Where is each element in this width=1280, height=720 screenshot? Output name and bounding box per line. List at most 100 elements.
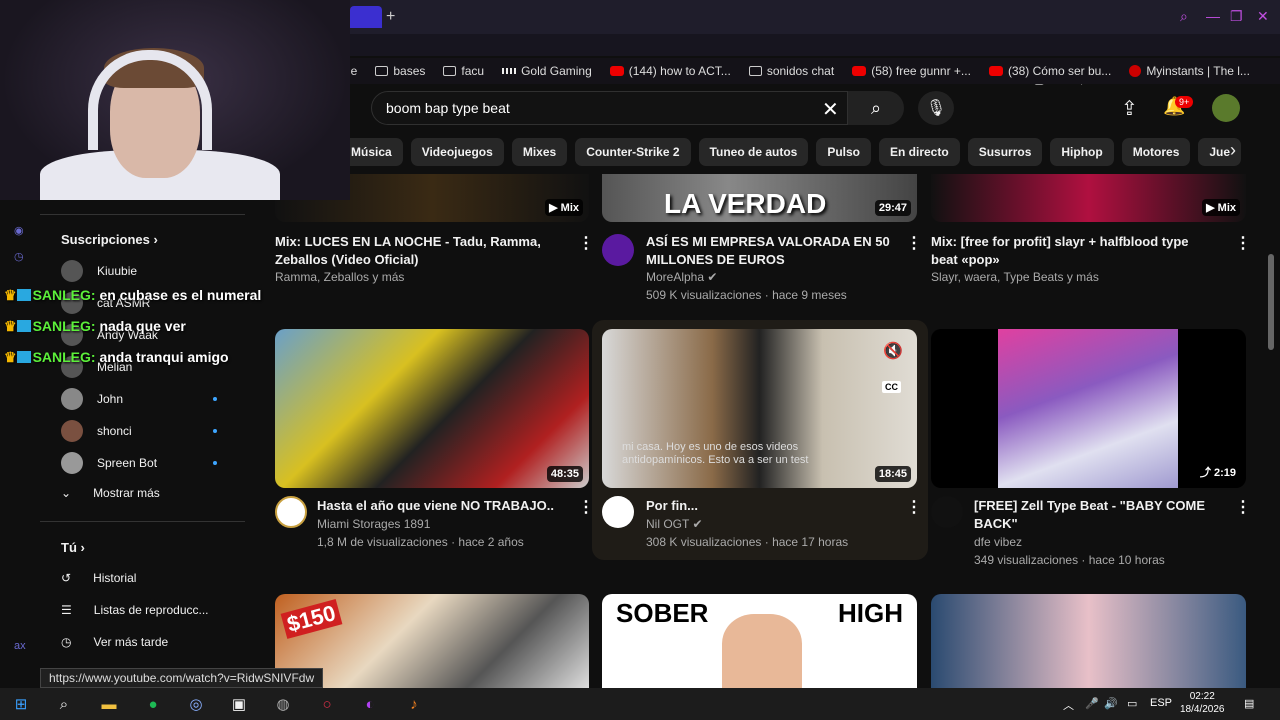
video-title[interactable]: Mix: LUCES EN LA NOCHE - Tadu, Ramma, Zeb… <box>275 233 565 269</box>
avatar[interactable] <box>1212 94 1240 122</box>
opera-icon[interactable]: ○ <box>316 694 338 714</box>
more-options-icon[interactable]: ⋮ <box>578 497 594 517</box>
chip[interactable]: En directo <box>879 138 960 166</box>
bookmark[interactable]: Myinstants | The l... <box>1129 64 1250 78</box>
browser-icon[interactable]: ◎ <box>185 694 207 714</box>
maximize-button[interactable]: ❐ <box>1230 8 1243 25</box>
chip[interactable]: Pulso <box>816 138 871 166</box>
language-indicator[interactable]: ESP <box>1150 697 1172 709</box>
video-thumbnail[interactable]: ▶ Mix <box>931 174 1246 222</box>
windows-start-icon[interactable]: ⊞ <box>10 694 32 714</box>
search-icon[interactable]: ⌕ <box>1180 8 1188 25</box>
video-title[interactable]: [FREE] Zell Type Beat - "BABY COME BACK" <box>974 497 1229 533</box>
watch-later-item[interactable]: ◷ Ver más tarde <box>61 635 168 649</box>
chevron-up-icon[interactable]: ︿ <box>1063 697 1074 713</box>
channel-name[interactable]: dfe vibez <box>974 533 1022 551</box>
mute-icon[interactable]: 🔇 <box>883 341 903 361</box>
mic-button[interactable]: 🎙 <box>918 91 954 125</box>
video-thumbnail[interactable]: ⤴ 2:19 <box>931 329 1246 488</box>
playlists-item[interactable]: ☰ Listas de reproducc... <box>61 603 209 617</box>
subscription-item[interactable]: Kiuubie <box>61 260 221 282</box>
obs-icon[interactable]: ◍ <box>272 694 294 714</box>
browser-tab[interactable] <box>350 6 382 28</box>
video-meta[interactable]: Ramma, Zeballos y más <box>275 268 404 286</box>
clear-search-icon[interactable]: ✕ <box>822 97 839 122</box>
more-options-icon[interactable]: ⋮ <box>578 233 594 253</box>
spotify-icon[interactable]: ● <box>142 694 164 714</box>
channel-avatar[interactable] <box>602 496 634 528</box>
video-title[interactable]: ASÍ ES MI EMPRESA VALORADA EN 50 MILLONES… <box>646 233 906 269</box>
close-window-button[interactable]: ✕ <box>1257 8 1269 25</box>
chip[interactable]: Susurros <box>967 138 1043 166</box>
video-meta[interactable]: Slayr, waera, Type Beats y más <box>931 268 1099 286</box>
volume-icon[interactable]: 🔊 <box>1104 697 1118 710</box>
video-thumbnail[interactable]: LA VERDAD 29:47 <box>602 174 917 222</box>
status-url: https://www.youtube.com/watch?v=RidwSNIV… <box>40 668 324 688</box>
channel-avatar[interactable] <box>931 496 963 528</box>
clock[interactable]: 02:22 18/4/2026 <box>1180 690 1225 716</box>
circle-icon[interactable]: ◉ <box>14 224 24 237</box>
subscription-item[interactable]: shonci <box>61 420 221 442</box>
bookmark[interactable]: (144) how to ACT... <box>609 64 731 78</box>
video-title[interactable]: Mix: [free for profit] slayr + halfblood… <box>931 233 1221 269</box>
chip[interactable]: Videojuegos <box>410 138 504 166</box>
live-dot <box>213 461 217 465</box>
youtube-icon <box>609 66 624 76</box>
bookmark[interactable]: facu <box>443 64 484 78</box>
bookmark[interactable]: (58) free gunnr +... <box>852 64 971 78</box>
minimize-button[interactable]: — <box>1206 8 1220 24</box>
app-icon[interactable]: ◐ <box>359 694 381 714</box>
subscriptions-heading[interactable]: Suscripciones › <box>61 232 158 247</box>
history-item[interactable]: ↺ Historial <box>61 571 136 585</box>
notification-badge: 9+ <box>1175 96 1194 108</box>
video-thumbnail[interactable] <box>931 594 1246 688</box>
upload-icon[interactable]: ⇪ <box>1121 96 1138 121</box>
video-thumbnail[interactable]: 48:35 <box>275 329 589 488</box>
chip[interactable]: Motores <box>1121 138 1191 166</box>
video-title[interactable]: Hasta el año que viene NO TRABAJO.. <box>317 497 572 515</box>
scrollbar[interactable] <box>1268 254 1274 350</box>
avatar <box>61 388 83 410</box>
channel-avatar[interactable] <box>602 234 634 266</box>
chevron-right-icon[interactable]: › <box>1230 140 1236 161</box>
chat-message: ♛ SANLEG: en cubase es el numeral <box>4 287 262 303</box>
mic-icon[interactable]: 🎤 <box>1085 697 1099 710</box>
network-icon[interactable]: ▭ <box>1127 697 1137 710</box>
search-button[interactable]: ⌕ <box>848 91 904 125</box>
clock-icon[interactable]: ◷ <box>14 250 24 263</box>
notifications-icon[interactable]: ▤ <box>1244 697 1254 710</box>
ax-icon[interactable]: ax <box>14 640 26 652</box>
playlist-icon: ☰ <box>61 603 72 617</box>
bookmark[interactable]: bases <box>375 64 425 78</box>
more-options-icon[interactable]: ⋮ <box>1235 497 1251 517</box>
video-title[interactable]: Por fin... <box>646 497 901 515</box>
channel-name[interactable]: Miami Storages 1891 <box>317 515 430 533</box>
bookmark[interactable]: Gold Gaming <box>502 64 592 78</box>
chip[interactable]: Counter-Strike 2 <box>575 138 691 166</box>
chip[interactable]: Tuneo de autos <box>698 138 809 166</box>
fl-studio-icon[interactable]: ♪ <box>403 694 425 714</box>
more-options-icon[interactable]: ⋮ <box>1235 233 1251 253</box>
app-icon[interactable]: ▣ <box>228 694 250 714</box>
search-icon[interactable]: ⌕ <box>53 694 75 714</box>
bookmark[interactable]: (38) Cómo ser bu... <box>988 64 1111 78</box>
file-explorer-icon[interactable]: ▬ <box>98 694 120 714</box>
bookmark[interactable]: sonidos chat <box>748 64 834 78</box>
channel-avatar[interactable] <box>275 496 307 528</box>
show-more-button[interactable]: ⌄ Mostrar más <box>61 486 160 500</box>
chip[interactable]: Hiphop <box>1050 138 1114 166</box>
chip[interactable]: Mixes <box>511 138 568 166</box>
subscription-item[interactable]: John <box>61 388 221 410</box>
you-heading[interactable]: Tú › <box>61 540 85 555</box>
channel-name[interactable]: MoreAlpha ✔ <box>646 268 717 286</box>
video-thumbnail[interactable]: SOBER HIGH <box>602 594 917 688</box>
subscription-item[interactable]: Spreen Bot <box>61 452 221 474</box>
video-player-preview[interactable]: 🔇 CC mi casa. Hoy es uno de esos videos a… <box>602 329 917 488</box>
channel-name[interactable]: Nil OGT ✔ <box>646 515 703 533</box>
new-tab-button[interactable]: + <box>386 8 395 26</box>
more-options-icon[interactable]: ⋮ <box>906 497 922 517</box>
myinstants-icon <box>1129 65 1142 77</box>
search-input[interactable]: boom bap type beat <box>371 91 848 125</box>
more-options-icon[interactable]: ⋮ <box>906 233 922 253</box>
cc-icon[interactable]: CC <box>882 381 901 393</box>
